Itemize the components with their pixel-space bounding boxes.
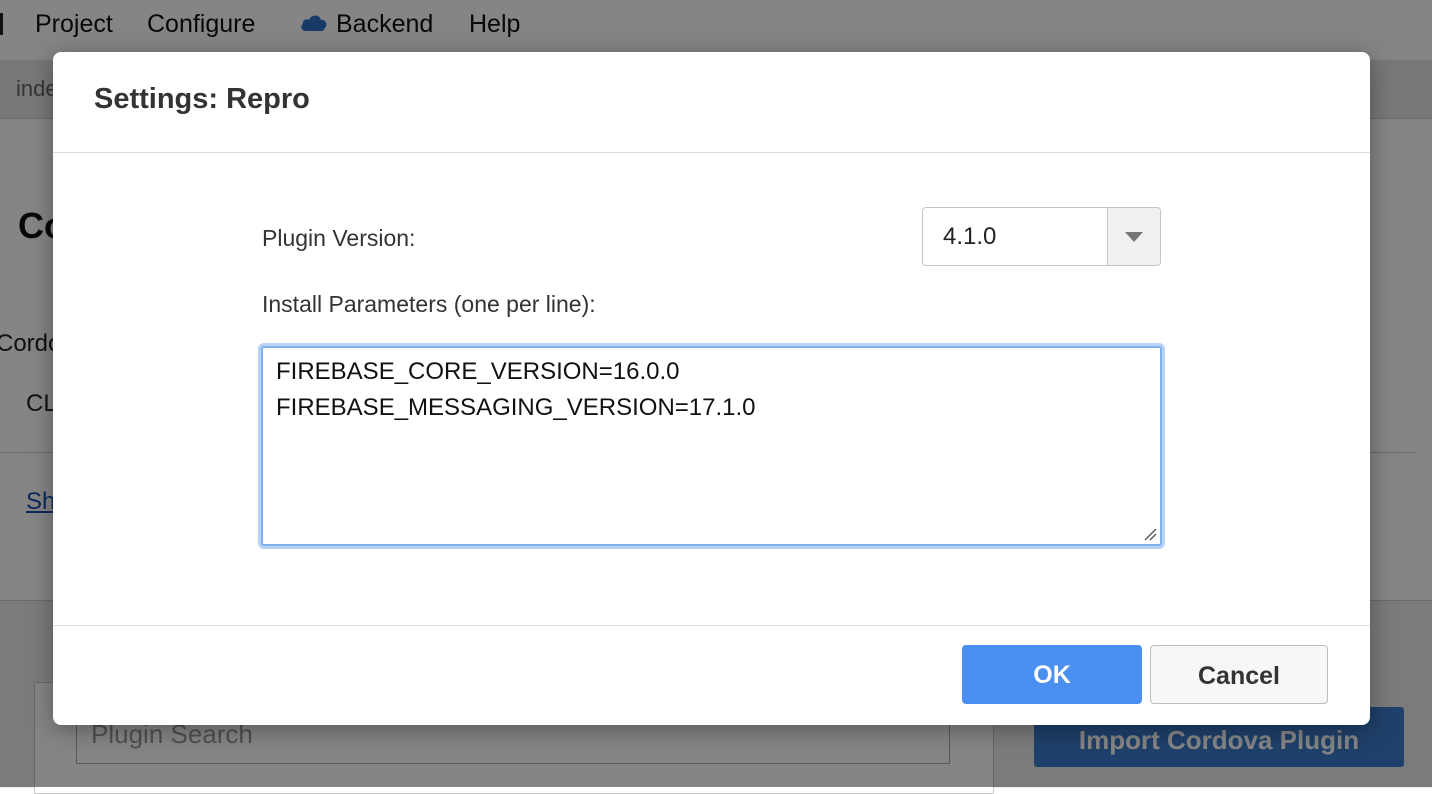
resize-grip-icon[interactable] [1143, 527, 1157, 541]
plugin-version-select[interactable]: 4.1.0 [922, 207, 1161, 266]
dialog-footer-divider [53, 625, 1370, 626]
plugin-version-label: Plugin Version: [262, 225, 416, 251]
chevron-down-icon [1125, 232, 1143, 242]
plugin-version-value: 4.1.0 [943, 223, 997, 250]
select-arrow-button[interactable] [1107, 208, 1160, 265]
install-param-line: FIREBASE_CORE_VERSION=16.0.0 [276, 358, 680, 385]
settings-dialog: Settings: Repro Plugin Version: 4.1.0 In… [53, 52, 1370, 725]
install-params-label: Install Parameters (one per line): [262, 291, 596, 317]
dialog-header: Settings: Repro [53, 52, 1370, 153]
ok-button[interactable]: OK [962, 645, 1142, 704]
dialog-title: Settings: Repro [94, 83, 310, 115]
install-param-line: FIREBASE_MESSAGING_VERSION=17.1.0 [276, 394, 756, 421]
install-params-textarea[interactable]: FIREBASE_CORE_VERSION=16.0.0 FIREBASE_ME… [261, 346, 1162, 546]
cancel-button[interactable]: Cancel [1150, 645, 1328, 704]
